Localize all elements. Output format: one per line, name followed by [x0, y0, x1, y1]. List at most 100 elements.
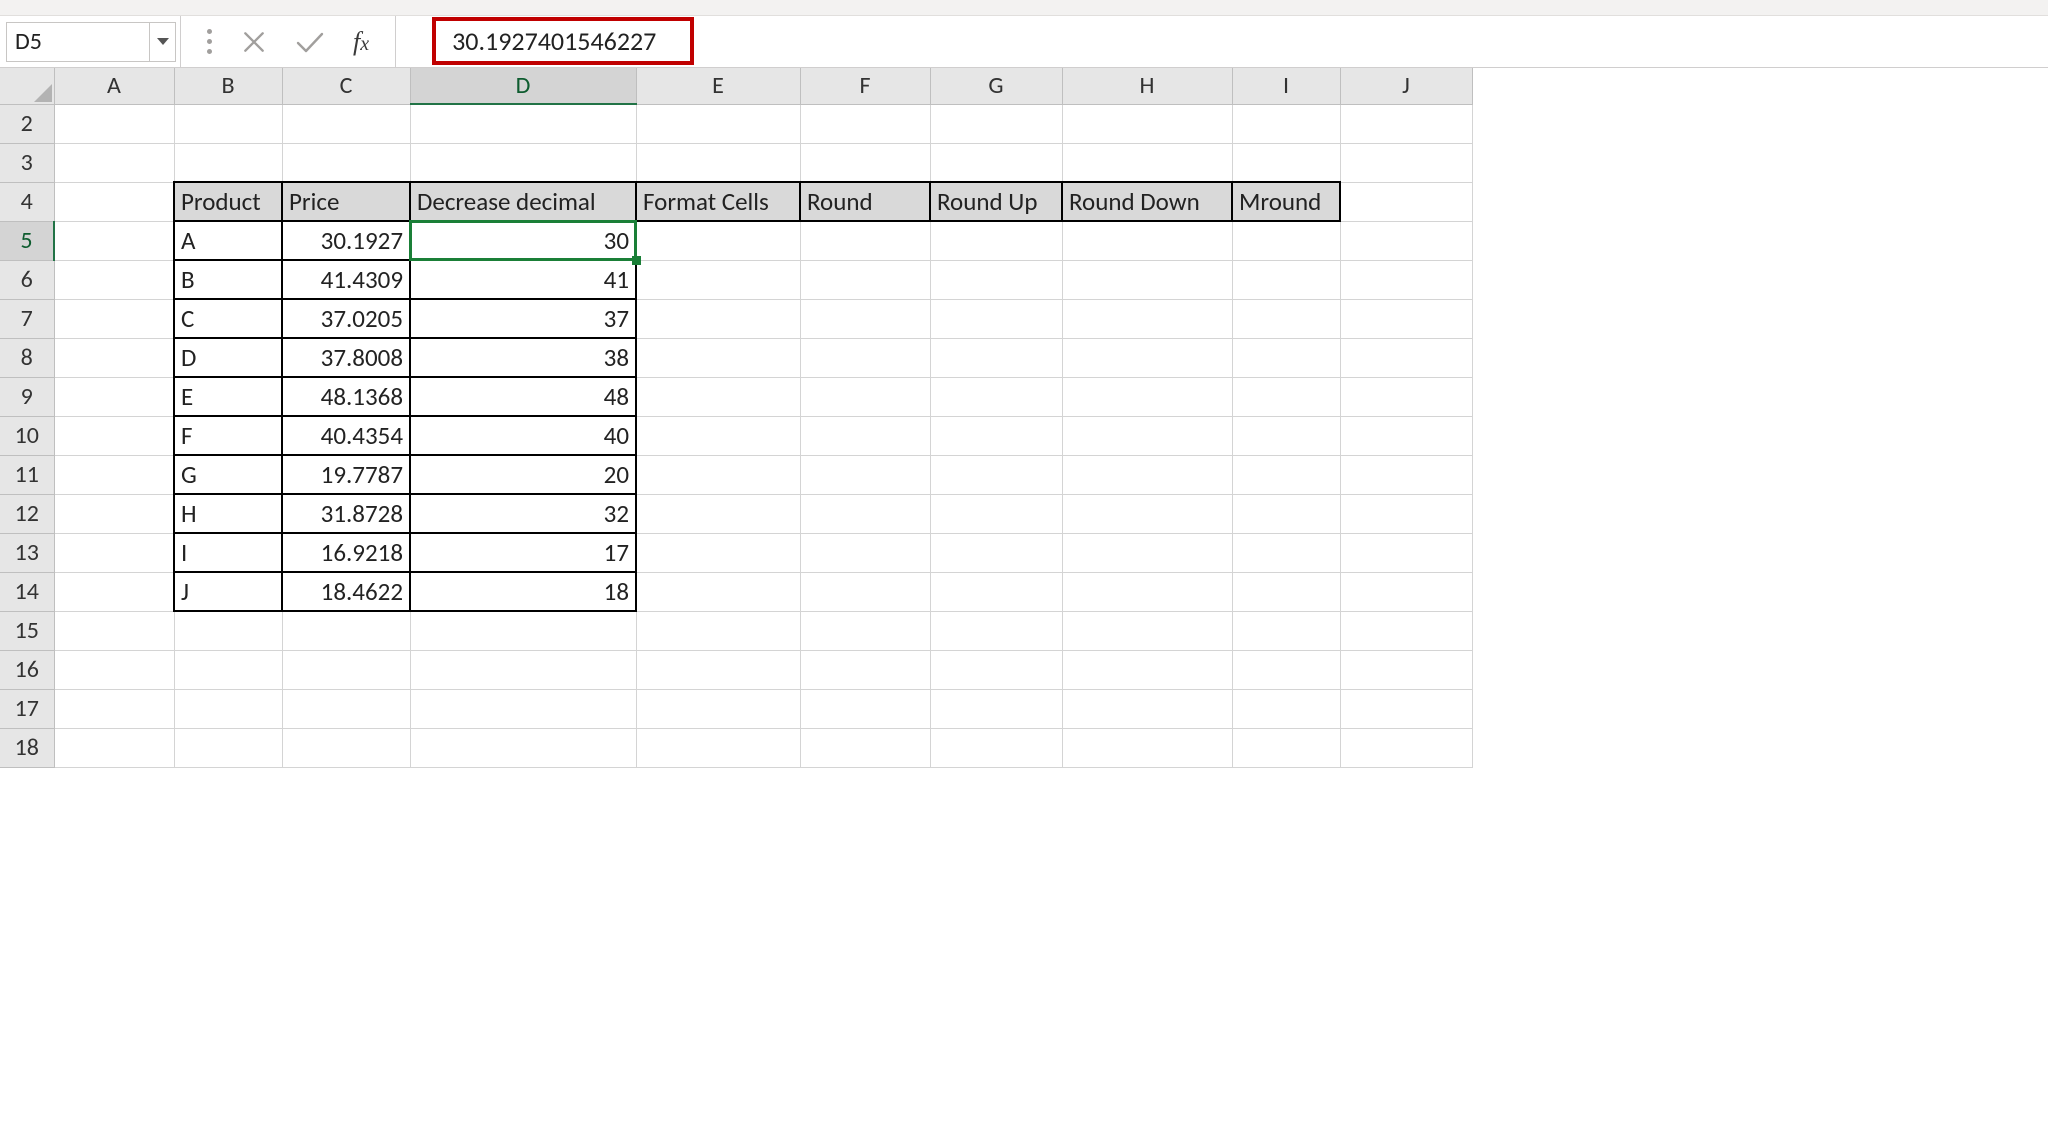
cancel-button[interactable] [241, 29, 267, 55]
cell-I15[interactable] [1232, 611, 1340, 650]
row-header-14[interactable]: 14 [0, 572, 54, 611]
cell-G15[interactable] [930, 611, 1062, 650]
cell-G11[interactable] [930, 455, 1062, 494]
cell-E17[interactable] [636, 689, 800, 728]
cell-G8[interactable] [930, 338, 1062, 377]
column-header-E[interactable]: E [636, 68, 800, 104]
cell-B16[interactable] [174, 650, 282, 689]
cell-C7[interactable]: 37.0205 [282, 299, 410, 338]
cell-I6[interactable] [1232, 260, 1340, 299]
cell-E9[interactable] [636, 377, 800, 416]
cell-D10[interactable]: 40 [410, 416, 636, 455]
cell-E8[interactable] [636, 338, 800, 377]
cell-D11[interactable]: 20 [410, 455, 636, 494]
cell-B2[interactable] [174, 104, 282, 143]
cell-A16[interactable] [54, 650, 174, 689]
column-header-A[interactable]: A [54, 68, 174, 104]
cell-D6[interactable]: 41 [410, 260, 636, 299]
row-header-12[interactable]: 12 [0, 494, 54, 533]
cell-B17[interactable] [174, 689, 282, 728]
cell-H3[interactable] [1062, 143, 1232, 182]
cell-G13[interactable] [930, 533, 1062, 572]
cell-H12[interactable] [1062, 494, 1232, 533]
cell-C5[interactable]: 30.1927 [282, 221, 410, 260]
cell-C11[interactable]: 19.7787 [282, 455, 410, 494]
cell-F13[interactable] [800, 533, 930, 572]
cell-C9[interactable]: 48.1368 [282, 377, 410, 416]
cell-E4[interactable]: Format Cells [636, 182, 800, 221]
cell-G3[interactable] [930, 143, 1062, 182]
cell-D12[interactable]: 32 [410, 494, 636, 533]
cell-J9[interactable] [1340, 377, 1472, 416]
cell-H8[interactable] [1062, 338, 1232, 377]
cell-E15[interactable] [636, 611, 800, 650]
cell-D3[interactable] [410, 143, 636, 182]
cell-B18[interactable] [174, 728, 282, 767]
cell-J10[interactable] [1340, 416, 1472, 455]
cell-E13[interactable] [636, 533, 800, 572]
cell-C10[interactable]: 40.4354 [282, 416, 410, 455]
cell-I16[interactable] [1232, 650, 1340, 689]
cell-A5[interactable] [54, 221, 174, 260]
cell-A10[interactable] [54, 416, 174, 455]
cell-B14[interactable]: J [174, 572, 282, 611]
cell-G6[interactable] [930, 260, 1062, 299]
cell-H2[interactable] [1062, 104, 1232, 143]
cell-I18[interactable] [1232, 728, 1340, 767]
cell-J8[interactable] [1340, 338, 1472, 377]
cell-F3[interactable] [800, 143, 930, 182]
cell-G7[interactable] [930, 299, 1062, 338]
cell-I9[interactable] [1232, 377, 1340, 416]
cell-B7[interactable]: C [174, 299, 282, 338]
cell-A17[interactable] [54, 689, 174, 728]
cell-F6[interactable] [800, 260, 930, 299]
column-header-F[interactable]: F [800, 68, 930, 104]
cell-H11[interactable] [1062, 455, 1232, 494]
row-header-18[interactable]: 18 [0, 728, 54, 767]
cell-D13[interactable]: 17 [410, 533, 636, 572]
row-header-10[interactable]: 10 [0, 416, 54, 455]
cell-I3[interactable] [1232, 143, 1340, 182]
insert-function-button[interactable]: fx [353, 27, 369, 57]
cell-J12[interactable] [1340, 494, 1472, 533]
cell-D9[interactable]: 48 [410, 377, 636, 416]
worksheet-grid[interactable]: ABCDEFGHIJ234ProductPriceDecrease decima… [0, 68, 2048, 768]
cell-C13[interactable]: 16.9218 [282, 533, 410, 572]
row-header-17[interactable]: 17 [0, 689, 54, 728]
cell-C14[interactable]: 18.4622 [282, 572, 410, 611]
cell-J5[interactable] [1340, 221, 1472, 260]
column-header-I[interactable]: I [1232, 68, 1340, 104]
cell-D14[interactable]: 18 [410, 572, 636, 611]
cell-D18[interactable] [410, 728, 636, 767]
cell-B15[interactable] [174, 611, 282, 650]
cell-C8[interactable]: 37.8008 [282, 338, 410, 377]
cell-A12[interactable] [54, 494, 174, 533]
cell-H16[interactable] [1062, 650, 1232, 689]
cell-H7[interactable] [1062, 299, 1232, 338]
cell-F7[interactable] [800, 299, 930, 338]
cell-J13[interactable] [1340, 533, 1472, 572]
cell-F9[interactable] [800, 377, 930, 416]
column-header-G[interactable]: G [930, 68, 1062, 104]
cell-F8[interactable] [800, 338, 930, 377]
cell-B10[interactable]: F [174, 416, 282, 455]
column-header-B[interactable]: B [174, 68, 282, 104]
row-header-8[interactable]: 8 [0, 338, 54, 377]
cell-D17[interactable] [410, 689, 636, 728]
cell-B4[interactable]: Product [174, 182, 282, 221]
row-header-7[interactable]: 7 [0, 299, 54, 338]
cell-I13[interactable] [1232, 533, 1340, 572]
column-header-H[interactable]: H [1062, 68, 1232, 104]
cell-J16[interactable] [1340, 650, 1472, 689]
cell-B12[interactable]: H [174, 494, 282, 533]
cell-C16[interactable] [282, 650, 410, 689]
cell-F17[interactable] [800, 689, 930, 728]
cell-J11[interactable] [1340, 455, 1472, 494]
cell-B8[interactable]: D [174, 338, 282, 377]
row-header-2[interactable]: 2 [0, 104, 54, 143]
cell-E5[interactable] [636, 221, 800, 260]
cell-I10[interactable] [1232, 416, 1340, 455]
cell-B5[interactable]: A [174, 221, 282, 260]
cell-H17[interactable] [1062, 689, 1232, 728]
more-icon[interactable] [207, 28, 213, 56]
